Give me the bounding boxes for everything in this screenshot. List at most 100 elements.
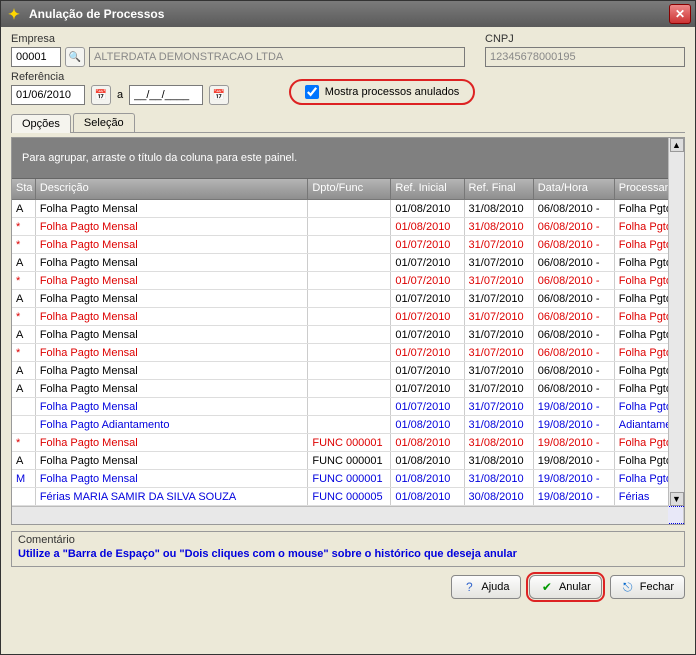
calendar-from-button[interactable]: 📅 (91, 85, 111, 105)
table-row[interactable]: *Folha Pagto Mensal01/07/201031/07/20100… (12, 308, 684, 326)
cell: Folha Pagto Mensal (36, 362, 309, 379)
cell: A (12, 326, 36, 343)
header-sta[interactable]: Sta (12, 179, 36, 199)
cell (308, 290, 391, 307)
table-row[interactable]: AFolha Pagto Mensal01/07/201031/07/20100… (12, 290, 684, 308)
header-ref-final[interactable]: Ref. Final (465, 179, 534, 199)
cell: 31/08/2010 (465, 416, 534, 433)
table-row[interactable]: AFolha Pagto Mensal01/07/201031/07/20100… (12, 254, 684, 272)
mostra-anulados-checkbox[interactable] (305, 85, 319, 99)
cell: 01/07/2010 (391, 326, 464, 343)
cell: 19/08/2010 - (534, 398, 615, 415)
cell: 31/08/2010 (465, 434, 534, 451)
grid-header: Sta Descrição Dpto/Func Ref. Inicial Ref… (12, 179, 684, 200)
cell: Folha Pagto Mensal (36, 308, 309, 325)
table-row[interactable]: *Folha Pagto Mensal01/08/201031/08/20100… (12, 218, 684, 236)
cell: 01/07/2010 (391, 362, 464, 379)
close-icon: ✕ (675, 7, 685, 21)
cell: A (12, 362, 36, 379)
anular-button[interactable]: ✔ Anular (529, 575, 602, 599)
cnpj-label: CNPJ (485, 33, 685, 45)
cell: 06/08/2010 - (534, 236, 615, 253)
titlebar[interactable]: ✦ Anulação de Processos ✕ (1, 1, 695, 27)
header-descricao[interactable]: Descrição (36, 179, 309, 199)
cell (308, 326, 391, 343)
cell (12, 398, 36, 415)
cell: A (12, 380, 36, 397)
table-row[interactable]: *Folha Pagto Mensal01/07/201031/07/20100… (12, 236, 684, 254)
cell: 31/07/2010 (465, 236, 534, 253)
ajuda-button[interactable]: ? Ajuda (451, 575, 521, 599)
header-data-hora[interactable]: Data/Hora (534, 179, 615, 199)
cell: 31/07/2010 (465, 254, 534, 271)
cell: 01/08/2010 (391, 200, 464, 217)
cell: Folha Pagto Mensal (36, 380, 309, 397)
table-row[interactable]: *Folha Pagto Mensal01/07/201031/07/20100… (12, 344, 684, 362)
cell (308, 362, 391, 379)
cell: 06/08/2010 - (534, 290, 615, 307)
cell: 01/08/2010 (391, 470, 464, 487)
cell: 31/07/2010 (465, 344, 534, 361)
referencia-label: Referência (11, 71, 229, 83)
cell: 01/07/2010 (391, 290, 464, 307)
header-dpto[interactable]: Dpto/Func (308, 179, 391, 199)
grid-body[interactable]: AFolha Pagto Mensal01/08/201031/08/20100… (12, 200, 684, 524)
search-icon: 🔍 (69, 52, 81, 63)
empresa-lookup-button[interactable]: 🔍 (65, 47, 85, 67)
cell: FUNC 000001 (308, 434, 391, 451)
cell: * (12, 272, 36, 289)
cell: A (12, 200, 36, 217)
cell: 01/08/2010 (391, 416, 464, 433)
cell: * (12, 434, 36, 451)
cell: 06/08/2010 - (534, 344, 615, 361)
cell: 06/08/2010 - (534, 362, 615, 379)
table-row[interactable]: AFolha Pagto Mensal01/08/201031/08/20100… (12, 200, 684, 218)
cell: 01/07/2010 (391, 272, 464, 289)
cell (308, 380, 391, 397)
table-row[interactable]: AFolha Pagto MensalFUNC 00000101/08/2010… (12, 452, 684, 470)
cell: 31/08/2010 (465, 200, 534, 217)
scroll-down-icon[interactable]: ▼ (670, 492, 684, 506)
empresa-code-input[interactable] (11, 47, 61, 67)
button-row: ? Ajuda ✔ Anular ⎋ Fechar (11, 575, 685, 599)
table-row[interactable]: *Folha Pagto Mensal01/07/201031/07/20100… (12, 272, 684, 290)
scroll-up-icon[interactable]: ▲ (670, 138, 684, 152)
group-panel[interactable]: Para agrupar, arraste o título da coluna… (12, 138, 684, 179)
vertical-scrollbar[interactable]: ▲ ▼ (668, 138, 684, 506)
calendar-to-button[interactable]: 📅 (209, 85, 229, 105)
table-row[interactable]: *Folha Pagto MensalFUNC 00000101/08/2010… (12, 434, 684, 452)
mostra-anulados-container: Mostra processos anulados (289, 79, 476, 105)
cell (308, 200, 391, 217)
cell: A (12, 290, 36, 307)
cell: Folha Pagto Adiantamento (36, 416, 309, 433)
cnpj-display (485, 47, 685, 67)
header-ref-inicial[interactable]: Ref. Inicial (391, 179, 464, 199)
cell: Férias MARIA SAMIR DA SILVA SOUZA (36, 488, 309, 505)
cell: 31/07/2010 (465, 362, 534, 379)
comentario-text: Utilize a "Barra de Espaço" ou "Dois cli… (18, 548, 678, 560)
cell: 31/07/2010 (465, 290, 534, 307)
table-row[interactable]: Férias MARIA SAMIR DA SILVA SOUZAFUNC 00… (12, 488, 684, 506)
cell (308, 218, 391, 235)
grid: Para agrupar, arraste o título da coluna… (11, 137, 685, 525)
table-row[interactable]: MFolha Pagto MensalFUNC 00000101/08/2010… (12, 470, 684, 488)
table-row[interactable]: AFolha Pagto Mensal01/07/201031/07/20100… (12, 326, 684, 344)
referencia-to-input[interactable] (129, 85, 203, 105)
cell: 01/07/2010 (391, 380, 464, 397)
fechar-button[interactable]: ⎋ Fechar (610, 575, 685, 599)
cell: * (12, 218, 36, 235)
horizontal-scrollbar[interactable] (12, 506, 668, 524)
tab-selecao[interactable]: Seleção (73, 113, 135, 132)
table-row[interactable]: AFolha Pagto Mensal01/07/201031/07/20100… (12, 380, 684, 398)
cell: FUNC 000001 (308, 470, 391, 487)
calendar-icon: 📅 (213, 90, 225, 101)
cell: Folha Pagto Mensal (36, 452, 309, 469)
referencia-from-input[interactable] (11, 85, 85, 105)
table-row[interactable]: Folha Pagto Adiantamento 01/08/201031/08/… (12, 416, 684, 434)
cell (308, 272, 391, 289)
close-button[interactable]: ✕ (669, 4, 691, 24)
tab-opcoes[interactable]: Opções (11, 114, 71, 133)
empresa-name-display (89, 47, 465, 67)
table-row[interactable]: AFolha Pagto Mensal 01/07/201031/07/20100… (12, 362, 684, 380)
table-row[interactable]: Folha Pagto Mensal01/07/201031/07/201019… (12, 398, 684, 416)
